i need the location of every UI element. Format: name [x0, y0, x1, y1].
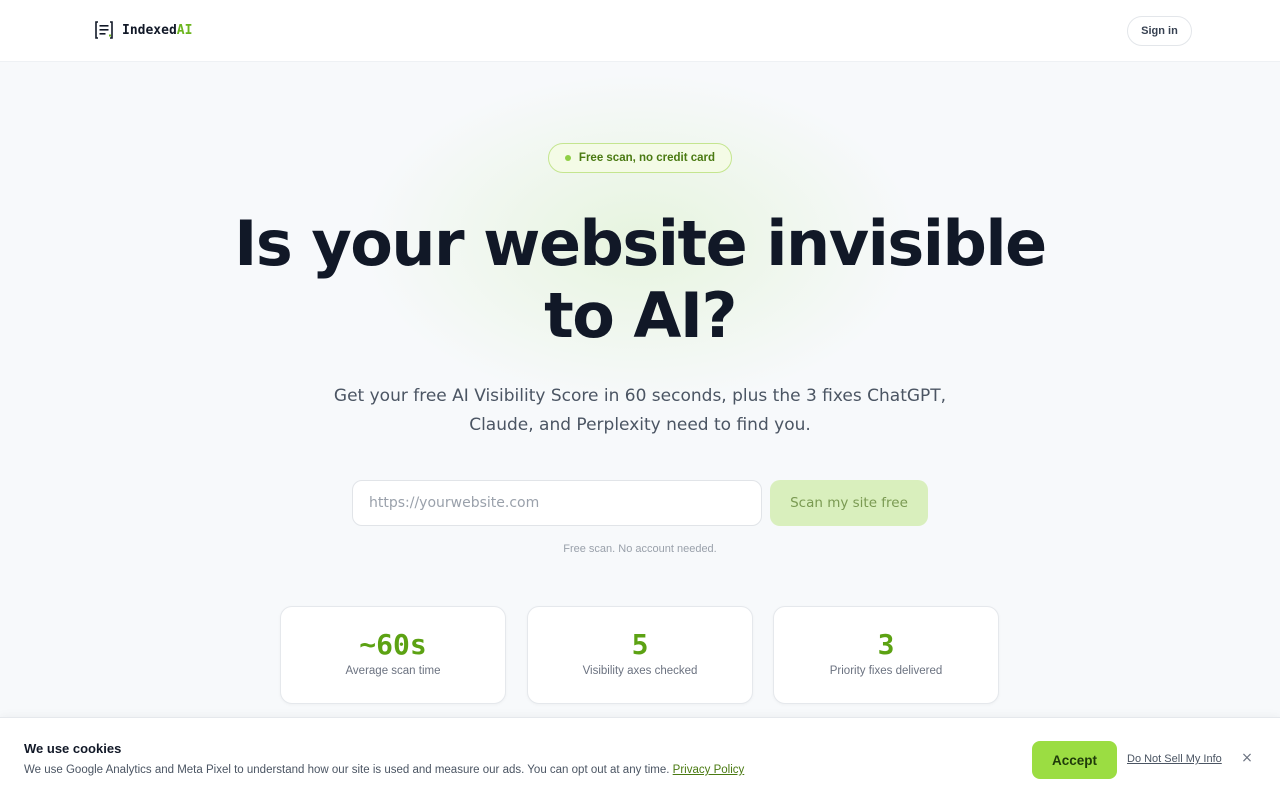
close-icon[interactable]: ×: [1240, 751, 1254, 765]
document-brackets-icon: [95, 21, 113, 39]
badge-label: Free scan, no credit card: [578, 152, 716, 164]
hero-title-line1: Is your website invisible: [234, 207, 1047, 280]
stat-label: Visibility axes checked: [582, 665, 698, 677]
cookie-text: We use Google Analytics and Meta Pixel t…: [24, 764, 744, 776]
hero-title: Is your website invisible to AI?: [140, 208, 1140, 352]
free-scan-badge: Free scan, no credit card: [548, 143, 732, 173]
privacy-policy-link[interactable]: Privacy Policy: [673, 764, 745, 776]
cookie-description: We use Google Analytics and Meta Pixel t…: [24, 764, 670, 776]
hero-subtitle-line2: Claude, and Perplexity need to find you.: [469, 415, 811, 435]
do-not-sell-link[interactable]: Do Not Sell My Info: [1127, 753, 1222, 765]
hero-subtitle: Get your free AI Visibility Score in 60 …: [290, 382, 990, 440]
stat-card-priority-fixes: 3 Priority fixes delivered: [773, 606, 999, 704]
scan-note: Free scan. No account needed.: [563, 543, 717, 555]
cookie-banner: We use cookies We use Google Analytics a…: [0, 717, 1280, 800]
sign-in-button[interactable]: Sign in: [1127, 16, 1192, 46]
stat-label: Average scan time: [345, 665, 441, 677]
stat-card-visibility-axes: 5 Visibility axes checked: [527, 606, 753, 704]
stat-card-scan-time: ~60s Average scan time: [280, 606, 506, 704]
stat-label: Priority fixes delivered: [829, 665, 943, 677]
accept-cookies-button[interactable]: Accept: [1032, 741, 1117, 779]
hero-title-line2: to AI?: [544, 279, 737, 352]
hero-subtitle-line1: Get your free AI Visibility Score in 60 …: [333, 386, 947, 406]
stat-value: 5: [631, 628, 649, 661]
top-navigation-bar: IndexedAI Sign in: [0, 0, 1280, 62]
logo-wordmark: IndexedAI: [122, 23, 192, 38]
logo-text: Indexed: [122, 22, 177, 38]
stat-value: 3: [877, 628, 895, 661]
status-dot-icon: [564, 155, 571, 161]
logo-accent: AI: [176, 22, 193, 38]
cookie-title: We use cookies: [24, 741, 122, 756]
logo[interactable]: IndexedAI: [94, 20, 192, 40]
website-url-input[interactable]: [352, 480, 762, 526]
stat-value: ~60s: [359, 628, 427, 661]
scan-site-button[interactable]: Scan my site free: [770, 480, 928, 526]
